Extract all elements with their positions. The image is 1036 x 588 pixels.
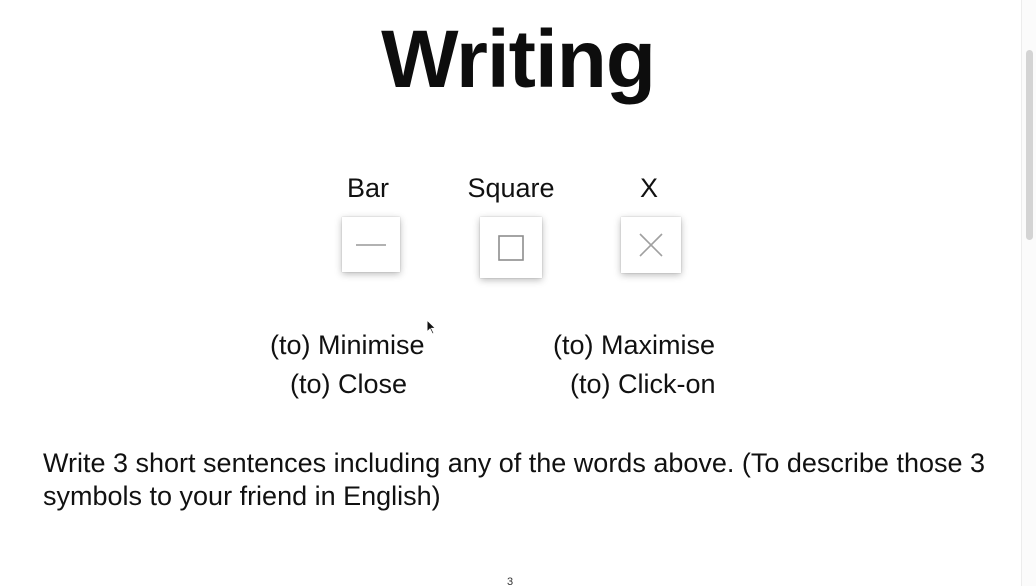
verb-close: (to) Close [290, 369, 408, 399]
mouse-cursor-icon [426, 318, 437, 340]
symbol-label-square: Square [467, 173, 555, 203]
verb-maximise: (to) Maximise [553, 330, 716, 360]
symbol-label-bar: Bar [346, 173, 390, 203]
minus-icon [356, 243, 386, 246]
maximise-symbol-box [480, 217, 542, 278]
symbol-label-x: X [639, 173, 658, 203]
close-symbol-box [621, 217, 681, 273]
page-number: 3 [506, 576, 514, 588]
writing-instruction: Write 3 short sentences including any of… [43, 448, 986, 511]
minimise-symbol-box [342, 217, 400, 272]
scrollbar-thumb[interactable] [1026, 50, 1033, 240]
verb-click-on: (to) Click-on [570, 369, 716, 399]
x-icon [639, 233, 663, 257]
square-icon [498, 234, 524, 261]
verb-minimise: (to) Minimise [270, 330, 425, 360]
page-title: Writing [381, 14, 656, 105]
vertical-scrollbar[interactable] [1021, 0, 1036, 586]
